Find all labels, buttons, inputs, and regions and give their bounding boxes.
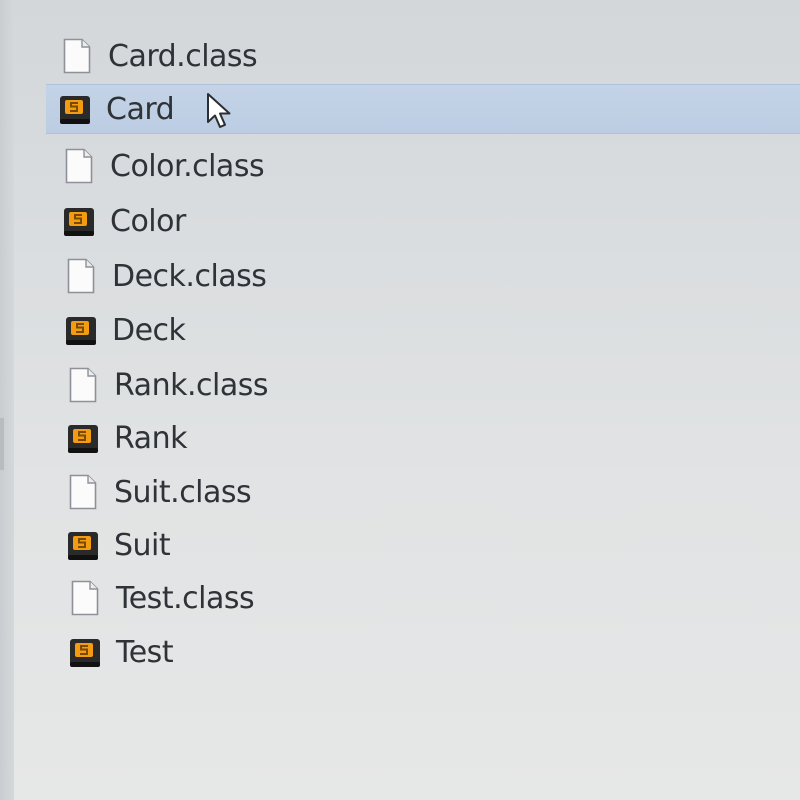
file-item-suit[interactable]: Suit — [66, 520, 800, 570]
file-item-deck-class[interactable]: Deck.class — [64, 251, 800, 301]
file-name: Deck — [112, 312, 186, 348]
file-name: Deck.class — [112, 258, 267, 294]
file-item-color-class[interactable]: Color.class — [62, 141, 800, 191]
class-file-icon — [66, 472, 100, 512]
class-file-icon — [62, 146, 96, 186]
file-name: Rank — [114, 420, 187, 456]
file-name: Color — [110, 203, 186, 239]
file-item-test[interactable]: Test — [68, 627, 800, 677]
sublime-file-icon — [64, 310, 98, 350]
file-name: Suit — [114, 527, 171, 563]
file-name: Suit.class — [114, 474, 252, 510]
mouse-cursor-icon — [205, 92, 235, 132]
file-name: Card — [106, 91, 175, 127]
file-item-deck[interactable]: Deck — [64, 305, 800, 355]
file-name: Rank.class — [114, 367, 268, 403]
sublime-file-icon — [58, 89, 92, 129]
file-item-rank-class[interactable]: Rank.class — [66, 360, 800, 410]
file-item-card[interactable]: Card — [46, 84, 800, 134]
file-list: Card.class Card Color.class Color Deck.c… — [0, 0, 800, 800]
sublime-file-icon — [62, 201, 96, 241]
file-name: Test — [116, 634, 174, 670]
file-name: Color.class — [110, 148, 265, 184]
file-name: Test.class — [116, 580, 255, 616]
file-item-card-class[interactable]: Card.class — [60, 31, 800, 81]
class-file-icon — [64, 256, 98, 296]
class-file-icon — [60, 36, 94, 76]
file-item-rank[interactable]: Rank — [66, 413, 800, 463]
class-file-icon — [68, 578, 102, 618]
sublime-file-icon — [68, 632, 102, 672]
sublime-file-icon — [66, 525, 100, 565]
file-item-test-class[interactable]: Test.class — [68, 573, 800, 623]
file-item-suit-class[interactable]: Suit.class — [66, 467, 800, 517]
sublime-file-icon — [66, 418, 100, 458]
file-item-color[interactable]: Color — [62, 196, 800, 246]
class-file-icon — [66, 365, 100, 405]
file-name: Card.class — [108, 38, 258, 74]
